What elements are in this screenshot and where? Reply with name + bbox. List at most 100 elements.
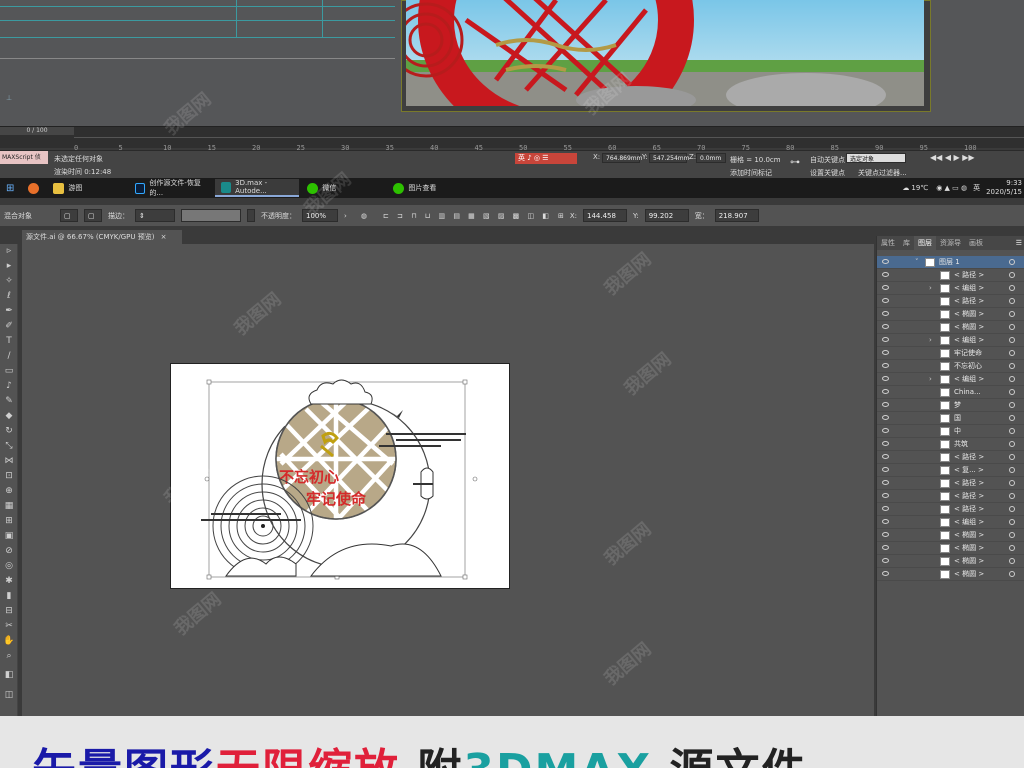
layer-row[interactable]: China...: [877, 386, 1024, 399]
taskbar-wechat[interactable]: 微信: [301, 179, 385, 197]
layer-row[interactable]: < 椭圆 >: [877, 308, 1024, 321]
target-circle-icon[interactable]: [1009, 402, 1015, 408]
paintbrush-tool-icon[interactable]: ♪: [3, 381, 15, 392]
target-circle-icon[interactable]: [1009, 480, 1015, 486]
visibility-eye-icon[interactable]: [882, 324, 889, 329]
visibility-eye-icon[interactable]: [882, 480, 889, 485]
visibility-eye-icon[interactable]: [882, 363, 889, 368]
layer-row[interactable]: < 椭圆 >: [877, 321, 1024, 334]
playback-controls[interactable]: ◀◀ ◀ ▶ ▶▶: [930, 153, 975, 162]
start-button[interactable]: ⊞: [0, 179, 20, 197]
visibility-eye-icon[interactable]: [882, 545, 889, 550]
key-filters-button[interactable]: 关键点过滤器...: [858, 168, 907, 178]
transform-icon[interactable]: ⊞: [558, 212, 564, 220]
target-circle-icon[interactable]: [1009, 311, 1015, 317]
x-coordinate-field[interactable]: 764.869mm: [602, 153, 643, 163]
layer-row[interactable]: 不忘初心: [877, 360, 1024, 373]
visibility-eye-icon[interactable]: [882, 454, 889, 459]
target-circle-icon[interactable]: [1009, 285, 1015, 291]
scale-tool-icon[interactable]: ⤡: [3, 441, 15, 452]
layer-row[interactable]: › < 编组 >: [877, 334, 1024, 347]
opacity-arrow-icon[interactable]: ›: [344, 212, 347, 220]
target-circle-icon[interactable]: [1009, 415, 1015, 421]
blend-tool-icon[interactable]: ◎: [3, 561, 15, 572]
layer-row[interactable]: < 路径 >: [877, 451, 1024, 464]
target-circle-icon[interactable]: [1009, 467, 1015, 473]
visibility-eye-icon[interactable]: [882, 571, 889, 576]
artboard[interactable]: 不忘初心 牢记使命: [170, 363, 510, 589]
free-transform-tool-icon[interactable]: ⊡: [3, 471, 15, 482]
target-circle-icon[interactable]: [1009, 558, 1015, 564]
tab-layers[interactable]: 图层: [914, 236, 936, 250]
taskbar-folder[interactable]: 游图: [47, 179, 127, 197]
panel-menu-icon[interactable]: ☰: [1016, 236, 1024, 250]
target-circle-icon[interactable]: [1009, 259, 1015, 265]
target-circle-icon[interactable]: [1009, 571, 1015, 577]
visibility-eye-icon[interactable]: [882, 558, 889, 563]
frame-slider[interactable]: 0 / 100: [0, 127, 74, 135]
selection-tool-icon[interactable]: ▹: [3, 246, 15, 257]
zoom-tool-icon[interactable]: ⌕: [3, 651, 15, 662]
target-circle-icon[interactable]: [1009, 350, 1015, 356]
layer-row[interactable]: < 路径 >: [877, 503, 1024, 516]
tab-properties[interactable]: 属性: [877, 236, 899, 250]
taskbar-photos[interactable]: 图片查看: [387, 179, 471, 197]
ime-indicator[interactable]: 英: [973, 183, 980, 193]
mesh-tool-icon[interactable]: ⊞: [3, 516, 15, 527]
layer-row[interactable]: 中: [877, 425, 1024, 438]
visibility-eye-icon[interactable]: [882, 350, 889, 355]
rotate-tool-icon[interactable]: ↻: [3, 426, 15, 437]
target-circle-icon[interactable]: [1009, 337, 1015, 343]
eraser-tool-icon[interactable]: ◆: [3, 411, 15, 422]
set-key-button[interactable]: 设置关键点: [810, 168, 845, 178]
direct-selection-tool-icon[interactable]: ▸: [3, 261, 15, 272]
y-coordinate-field[interactable]: 547.254mm: [649, 153, 690, 163]
selection-set-dropdown[interactable]: 选定对象: [846, 153, 906, 163]
visibility-eye-icon[interactable]: [882, 441, 889, 446]
visibility-eye-icon[interactable]: [882, 389, 889, 394]
symbol-sprayer-tool-icon[interactable]: ✱: [3, 576, 15, 587]
target-circle-icon[interactable]: [1009, 532, 1015, 538]
expand-chevron-icon[interactable]: ›: [929, 282, 932, 295]
taskbar-photoshop[interactable]: 创作源文件-恢复的...: [129, 179, 213, 197]
y-field[interactable]: 99.202: [644, 209, 689, 222]
layer-row[interactable]: 共筑: [877, 438, 1024, 451]
tray-icons[interactable]: ◉ ▲ ▭ ◍: [936, 184, 967, 192]
stroke-swatch[interactable]: ▢: [84, 209, 102, 222]
visibility-eye-icon[interactable]: [882, 467, 889, 472]
magic-wand-tool-icon[interactable]: ✧: [3, 276, 15, 287]
line-tool-icon[interactable]: /: [3, 351, 15, 362]
visibility-eye-icon[interactable]: [882, 428, 889, 433]
maxscript-listener[interactable]: MAXScript 侦: [0, 151, 48, 164]
lasso-tool-icon[interactable]: ℓ: [3, 291, 15, 302]
slice-tool-icon[interactable]: ✂: [3, 621, 15, 632]
artboard-tool-icon[interactable]: ⊟: [3, 606, 15, 617]
expand-chevron-icon[interactable]: ˅: [915, 256, 919, 269]
opacity-field[interactable]: 100%: [302, 209, 338, 222]
visibility-eye-icon[interactable]: [882, 519, 889, 524]
layer-row[interactable]: › < 编组 >: [877, 282, 1024, 295]
layer-row[interactable]: 牢记使命: [877, 347, 1024, 360]
layer-row[interactable]: 梦: [877, 399, 1024, 412]
layer-row[interactable]: < 椭圆 >: [877, 542, 1024, 555]
target-circle-icon[interactable]: [1009, 376, 1015, 382]
curvature-tool-icon[interactable]: ✐: [3, 321, 15, 332]
visibility-eye-icon[interactable]: [882, 532, 889, 537]
target-circle-icon[interactable]: [1009, 324, 1015, 330]
type-tool-icon[interactable]: T: [3, 336, 15, 347]
target-circle-icon[interactable]: [1009, 545, 1015, 551]
variable-width-profile[interactable]: [181, 209, 241, 222]
recolor-icon[interactable]: ◍: [361, 212, 367, 220]
taskbar-3dsmax[interactable]: 3D.max - Autode...: [215, 179, 300, 197]
eyedropper-tool-icon[interactable]: ⊘: [3, 546, 15, 557]
brush-definition[interactable]: [247, 209, 255, 222]
target-circle-icon[interactable]: [1009, 506, 1015, 512]
layer-row[interactable]: < 椭圆 >: [877, 555, 1024, 568]
layer-row[interactable]: < 路径 >: [877, 490, 1024, 503]
shape-builder-tool-icon[interactable]: ⊕: [3, 486, 15, 497]
visibility-eye-icon[interactable]: [882, 376, 889, 381]
target-circle-icon[interactable]: [1009, 363, 1015, 369]
visibility-eye-icon[interactable]: [882, 415, 889, 420]
z-coordinate-field[interactable]: 0.0mm: [696, 153, 726, 163]
layer-row[interactable]: › < 编组 >: [877, 373, 1024, 386]
